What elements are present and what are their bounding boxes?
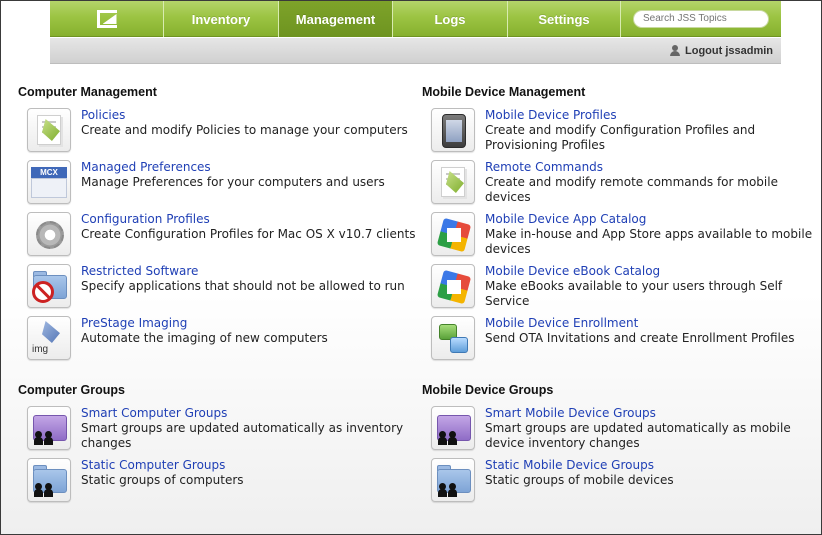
smart-group-icon[interactable]: [431, 406, 475, 450]
list-item-configuration-profiles: Configuration Profiles Create Configurat…: [27, 212, 417, 258]
logout-button[interactable]: Logout jssadmin: [670, 45, 773, 57]
list-item-enrollment: Mobile Device Enrollment Send OTA Invita…: [431, 316, 821, 362]
app-catalog-link[interactable]: Mobile Device App Catalog: [485, 212, 646, 226]
enrollment-icon[interactable]: [431, 316, 475, 360]
list-item-app-catalog: Mobile Device App Catalog Make in-house …: [431, 212, 821, 258]
app-catalog-desc: Make in-house and App Store apps availab…: [485, 227, 813, 256]
mobile-device-profiles-link[interactable]: Mobile Device Profiles: [485, 108, 617, 122]
tab-inventory[interactable]: Inventory: [164, 1, 279, 37]
list-item-mobile-device-profiles: Mobile Device Profiles Create and modify…: [431, 108, 821, 154]
user-icon: [670, 45, 680, 56]
ebook-catalog-link[interactable]: Mobile Device eBook Catalog: [485, 264, 660, 278]
mcx-icon[interactable]: MCX: [27, 160, 71, 204]
mobile-profiles-icon[interactable]: [431, 108, 475, 152]
smart-computer-groups-link[interactable]: Smart Computer Groups: [81, 406, 227, 420]
search-input[interactable]: [633, 9, 769, 28]
list-item-static-mobile-device-groups: Static Mobile Device Groups Static group…: [431, 458, 821, 504]
list-item-ebook-catalog: Mobile Device eBook Catalog Make eBooks …: [431, 264, 821, 310]
list-item-smart-mobile-device-groups: Smart Mobile Device Groups Smart groups …: [431, 406, 821, 452]
policies-desc: Create and modify Policies to manage you…: [81, 123, 408, 137]
logout-label: Logout jssadmin: [685, 44, 773, 57]
enrollment-link[interactable]: Mobile Device Enrollment: [485, 316, 638, 330]
gear-icon[interactable]: [27, 212, 71, 256]
section-title-mobile-device-groups: Mobile Device Groups: [422, 383, 554, 397]
list-item-remote-commands: Remote Commands Create and modify remote…: [431, 160, 821, 206]
user-bar: Logout jssadmin: [50, 38, 781, 64]
remote-commands-desc: Create and modify remote commands for mo…: [485, 175, 778, 204]
static-mobile-device-groups-link[interactable]: Static Mobile Device Groups: [485, 458, 654, 472]
policies-icon[interactable]: [27, 108, 71, 152]
section-title-computer-groups: Computer Groups: [18, 383, 125, 397]
managed-preferences-link[interactable]: Managed Preferences: [81, 160, 211, 174]
ebook-catalog-icon[interactable]: [431, 264, 475, 308]
restricted-software-desc: Specify applications that should not be …: [81, 279, 405, 293]
jss-logo-icon: [96, 10, 117, 28]
tab-management[interactable]: Management: [279, 1, 393, 37]
list-item-smart-computer-groups: Smart Computer Groups Smart groups are u…: [27, 406, 417, 452]
static-computer-groups-desc: Static groups of computers: [81, 473, 244, 487]
smart-computer-groups-desc: Smart groups are updated automatically a…: [81, 421, 404, 450]
configuration-profiles-link[interactable]: Configuration Profiles: [81, 212, 210, 226]
smart-mobile-device-groups-link[interactable]: Smart Mobile Device Groups: [485, 406, 656, 420]
remote-commands-link[interactable]: Remote Commands: [485, 160, 603, 174]
section-title-mobile-device-management: Mobile Device Management: [422, 85, 586, 99]
policies-link[interactable]: Policies: [81, 108, 125, 122]
main-nav: Inventory Management Logs Settings: [50, 1, 781, 37]
smart-mobile-device-groups-desc: Smart groups are updated automatically a…: [485, 421, 791, 450]
restricted-software-link[interactable]: Restricted Software: [81, 264, 198, 278]
restricted-software-icon[interactable]: [27, 264, 71, 308]
static-computer-groups-link[interactable]: Static Computer Groups: [81, 458, 225, 472]
prestage-imaging-link[interactable]: PreStage Imaging: [81, 316, 187, 330]
list-item-policies: Policies Create and modify Policies to m…: [27, 108, 417, 154]
configuration-profiles-desc: Create Configuration Profiles for Mac OS…: [81, 227, 416, 241]
remote-commands-icon[interactable]: [431, 160, 475, 204]
static-group-icon[interactable]: [27, 458, 71, 502]
search-area: [621, 1, 781, 36]
jss-logo[interactable]: [50, 1, 164, 37]
mobile-device-profiles-desc: Create and modify Configuration Profiles…: [485, 123, 756, 152]
managed-preferences-desc: Manage Preferences for your computers an…: [81, 175, 385, 189]
ebook-catalog-desc: Make eBooks available to your users thro…: [485, 279, 783, 308]
enrollment-desc: Send OTA Invitations and create Enrollme…: [485, 331, 795, 345]
static-mobile-device-groups-desc: Static groups of mobile devices: [485, 473, 674, 487]
list-item-static-computer-groups: Static Computer Groups Static groups of …: [27, 458, 417, 504]
prestage-imaging-desc: Automate the imaging of new computers: [81, 331, 328, 345]
app-catalog-icon[interactable]: [431, 212, 475, 256]
app-window: Inventory Management Logs Settings Logou…: [0, 0, 822, 535]
tab-settings[interactable]: Settings: [508, 1, 621, 37]
prestage-imaging-icon[interactable]: img: [27, 316, 71, 360]
list-item-managed-preferences: MCX Managed Preferences Manage Preferenc…: [27, 160, 417, 206]
static-group-icon[interactable]: [431, 458, 475, 502]
smart-group-icon[interactable]: [27, 406, 71, 450]
list-item-restricted-software: Restricted Software Specify applications…: [27, 264, 417, 310]
tab-logs[interactable]: Logs: [393, 1, 508, 37]
list-item-prestage-imaging: img PreStage Imaging Automate the imagin…: [27, 316, 417, 362]
section-title-computer-management: Computer Management: [18, 85, 157, 99]
